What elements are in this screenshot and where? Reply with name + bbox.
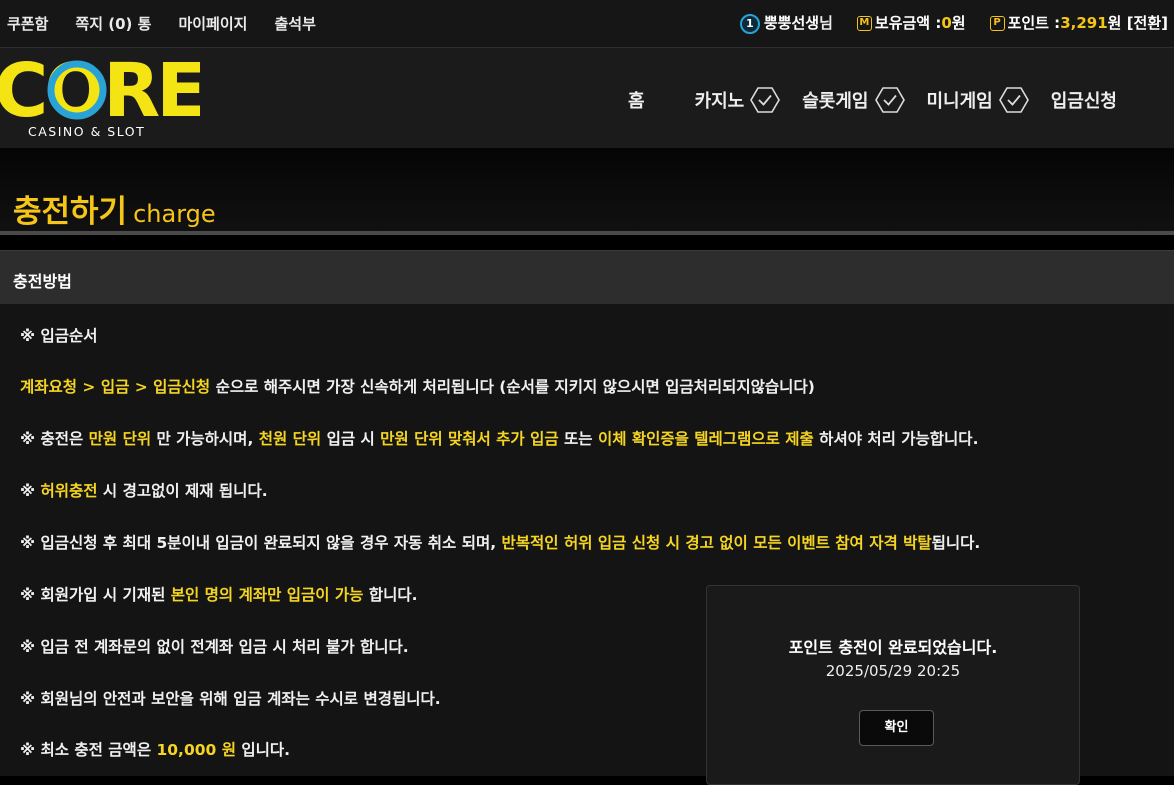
nav-minigame-label: 미니게임 [926,91,993,112]
nav-home-label: 홈 [628,91,645,112]
nav-deposit-label: 입금신청 [1050,91,1117,112]
nav-casino-label: 카지노 [694,91,745,112]
confirm-button[interactable]: 확인 [859,710,934,746]
rule-line: ※ 입금신청 후 최대 5분이내 입금이 완료되지 않을 경우 자동 취소 되며… [20,531,980,553]
money-icon: M [856,16,872,32]
nav-slot[interactable]: 슬롯게임 [802,86,905,114]
rule-text: 만 가능하시며, [151,430,259,448]
points-info: P 포인트 :3,291원 [전환] [989,12,1168,33]
nav-home[interactable]: 홈 [628,87,645,113]
rule-line: ※ 충전은 만원 단위 만 가능하시며, 천원 단위 입금 시 만원 단위 맞춰… [20,427,978,449]
user-info: 1 뿡뿡선생님 M 보유금액 :0원 P 포인트 :3,291원 [전환] [739,12,1168,34]
rule-highlight-text: 만원 단위 맞춰서 추가 입금 [380,430,559,448]
section-title: 충전방법 [13,272,72,291]
site-header: CORE CASINO & SLOT 홈 카지노 슬롯게임 미니게임 입금신청 [0,48,1174,148]
nav-casino[interactable]: 카지노 [695,86,781,114]
rule-highlight-text: 허위충전 [40,482,98,500]
rule-line: 계좌요청 > 입금 > 입금신청 순으로 해주시면 가장 신속하게 처리됩니다 … [20,375,815,397]
page-title-en: charge [133,200,216,228]
page-title: 충전하기 charge [13,186,216,231]
balance-unit: 원 [951,14,966,33]
message-link-label: 쪽지 [75,15,104,33]
rule-text: ※ 입금 전 계좌문의 없이 전계좌 입금 시 처리 불가 합니다. [20,638,409,656]
rule-line: ※ 허위충전 시 경고없이 제재 됩니다. [20,479,268,501]
rank-badge-icon: 1 [739,13,760,34]
rule-line: ※ 최소 충전 금액은 10,000 원 입니다. [20,738,290,760]
core-logo[interactable]: CORE CASINO & SLOT [0,58,200,140]
rule-text: ※ [20,482,41,500]
rule-line: ※ 회원님의 안전과 보안을 위해 입금 계좌는 수시로 변경됩니다. [20,687,441,709]
rule-line: ※ 입금 전 계좌문의 없이 전계좌 입금 시 처리 불가 합니다. [20,635,409,657]
nav-deposit[interactable]: 입금신청 [1051,87,1117,113]
message-count: (0) [108,15,133,33]
point-icon: P [989,16,1005,32]
section-header: 충전방법 [0,250,1174,305]
rule-text: 하셔야 처리 가능합니다. [813,430,979,448]
rule-highlight-text: 이체 확인증을 텔레그램으로 제출 [597,430,814,448]
rule-text: ※ 입금순서 [20,327,98,345]
rule-line: ※ 회원가입 시 기재된 본인 명의 계좌만 입금이 가능 합니다. [20,583,418,605]
balance-info: M 보유금액 :0원 [856,12,966,33]
rule-text: ※ 최소 충전 금액은 [20,741,157,759]
rule-text: 됩니다. [931,534,981,552]
rule-highlight-text: 계좌요청 > 입금 > 입금신청 [20,378,211,396]
logo-sub-text: CASINO & SLOT [28,124,145,139]
rule-text: 합니다. [363,586,418,604]
points-unit: 원 [1107,14,1122,33]
user-profile[interactable]: 1 뿡뿡선생님 [739,12,833,34]
rule-highlight-text: 천원 단위 [258,430,322,448]
username-suffix: 님 [819,14,833,32]
check-hexagon-icon [998,87,1029,113]
rule-text: 시 경고없이 제재 됩니다. [97,482,268,500]
rule-highlight-text: 본인 명의 계좌만 입금이 가능 [170,586,364,604]
top-bar: 쿠폰함 쪽지 (0) 통 마이페이지 출석부 1 뿡뿡선생님 M 보유금액 :0원 … [0,0,1174,48]
nav-minigame[interactable]: 미니게임 [927,86,1029,114]
rule-line: ※ 입금순서 [20,324,98,346]
rule-text: ※ 회원님의 안전과 보안을 위해 입금 계좌는 수시로 변경됩니다. [20,690,441,708]
rule-highlight-text: 반복적인 허위 입금 신청 시 경고 없이 모든 이벤트 참여 자격 박탈 [501,534,932,552]
charge-complete-dialog: 포인트 충전이 완료되었습니다. 2025/05/29 20:25 확인 [706,585,1080,785]
main-nav: 홈 카지노 슬롯게임 미니게임 입금신청 [628,86,1117,114]
dialog-datetime: 2025/05/29 20:25 [825,662,961,680]
points-label: 포인트 : [1007,14,1061,33]
balance-value: 0 [941,14,952,33]
rule-text: ※ 입금신청 후 최대 5분이내 입금이 완료되지 않을 경우 자동 취소 되며… [20,534,502,552]
points-value: 3,291 [1060,14,1108,33]
nav-slot-label: 슬롯게임 [802,91,869,112]
rule-text: 입금 시 [321,430,381,448]
page-title-ko: 충전하기 [13,194,128,230]
mypage-link[interactable]: 마이페이지 [178,13,247,34]
message-link[interactable]: 쪽지 (0) 통 [75,13,151,34]
rule-text: ※ 충전은 [20,430,89,448]
rule-text: 또는 [558,430,598,448]
rule-text: 입니다. [235,741,291,759]
convert-points-button[interactable]: [전환] [1127,14,1168,32]
message-suffix: 통 [137,15,152,33]
page-title-area: 충전하기 charge [0,148,1174,232]
dialog-message: 포인트 충전이 완료되었습니다. [788,638,998,657]
username: 뿡뿡선생 [763,14,820,32]
rule-text: ※ 회원가입 시 기재된 [20,586,171,604]
rule-highlight-text: 만원 단위 [88,430,152,448]
rule-highlight-text: 10,000 원 [156,741,236,759]
attendance-link[interactable]: 출석부 [274,13,315,34]
rule-text: 순으로 해주시면 가장 신속하게 처리됩니다 (순서를 지키지 않으시면 입금처… [210,378,815,396]
check-hexagon-icon [874,87,905,113]
balance-label: 보유금액 : [874,14,942,33]
top-links: 쿠폰함 쪽지 (0) 통 마이페이지 출석부 [7,13,316,34]
title-divider [0,231,1174,235]
check-hexagon-icon [750,87,781,113]
coupon-link[interactable]: 쿠폰함 [7,13,48,34]
